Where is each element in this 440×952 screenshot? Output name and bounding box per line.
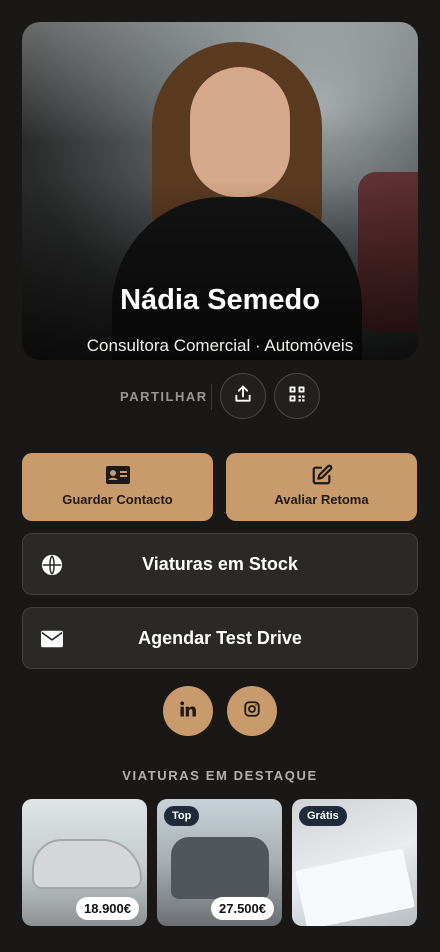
profile-name: Nádia Semedo: [120, 284, 320, 316]
featured-vehicle-card[interactable]: 18.900€: [22, 799, 147, 926]
share-button[interactable]: [220, 373, 266, 419]
profile-role: Consultora Comercial · Automóveis: [86, 336, 354, 355]
trade-in-button[interactable]: Avaliar Retoma: [226, 453, 417, 521]
qr-code-icon: [288, 385, 306, 408]
featured-title: VIATURAS EM DESTAQUE: [122, 768, 318, 783]
linkedin-icon: [179, 700, 197, 723]
edit-icon: [226, 464, 417, 488]
featured-vehicle-card[interactable]: Grátis: [292, 799, 417, 926]
tag-badge: Grátis: [299, 806, 347, 826]
test-drive-label: Agendar Test Drive: [138, 628, 302, 648]
hero-overlay: [22, 180, 418, 360]
car-image: [171, 837, 269, 899]
test-drive-button[interactable]: Agendar Test Drive: [22, 607, 418, 669]
profile-hero: Nádia Semedo Consultora Comercial · Auto…: [22, 22, 418, 360]
save-contact-label: Guardar Contacto: [62, 492, 173, 507]
instagram-icon: [243, 700, 261, 723]
trade-in-label: Avaliar Retoma: [274, 492, 369, 507]
price-badge: 18.900€: [76, 897, 139, 920]
stock-label: Viaturas em Stock: [142, 554, 298, 574]
featured-vehicle-card[interactable]: Top 27.500€: [157, 799, 282, 926]
profile-photo-face: [190, 67, 290, 197]
tag-badge: Top: [164, 806, 200, 826]
contact-card-icon: [22, 464, 213, 488]
share-row: PARTILHAR: [0, 372, 440, 420]
linkedin-button[interactable]: [163, 686, 213, 736]
upload-icon: [233, 384, 253, 409]
divider: [211, 384, 212, 410]
save-contact-button[interactable]: Guardar Contacto: [22, 453, 213, 521]
price-badge: 27.500€: [211, 897, 274, 920]
qr-code-button[interactable]: [274, 373, 320, 419]
share-label: PARTILHAR: [120, 389, 208, 404]
car-image: [32, 839, 142, 889]
stock-button[interactable]: Viaturas em Stock: [22, 533, 418, 595]
instagram-button[interactable]: [227, 686, 277, 736]
document-image: [294, 848, 416, 926]
